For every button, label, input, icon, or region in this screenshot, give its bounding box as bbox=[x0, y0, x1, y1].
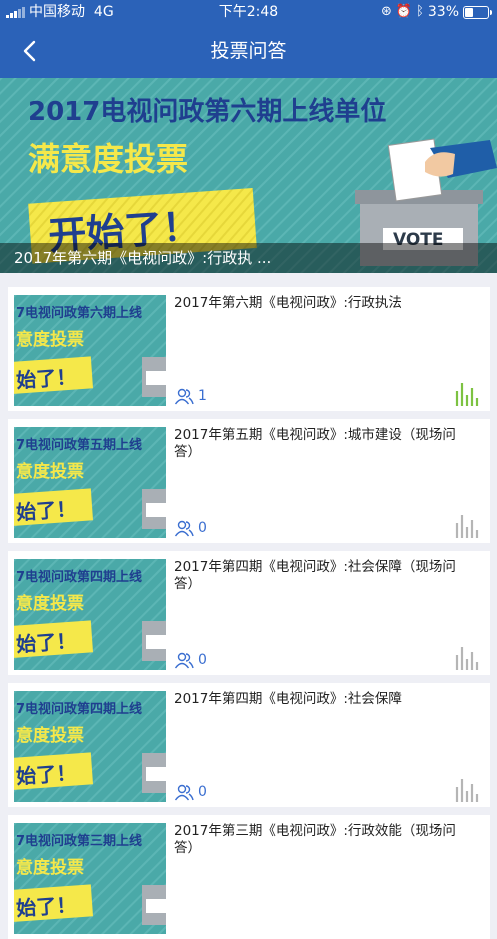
svg-text:始了！: 始了！ bbox=[15, 628, 77, 656]
vote-count: 0 bbox=[174, 518, 207, 538]
svg-text:始了！: 始了！ bbox=[15, 496, 77, 524]
battery-icon bbox=[463, 5, 492, 19]
rotation-lock-icon: ⊛ bbox=[380, 4, 392, 19]
vote-count: 0 bbox=[174, 782, 207, 802]
item-title: 2017年第六期《电视问政》:行政执法 bbox=[174, 295, 402, 311]
svg-text:7电视问政第五期上线: 7电视问政第五期上线 bbox=[16, 437, 142, 453]
svg-text:意度投票: 意度投票 bbox=[16, 461, 84, 482]
bar-chart-icon[interactable] bbox=[454, 511, 482, 539]
vote-count-value: 1 bbox=[198, 388, 207, 404]
list-item[interactable]: 7电视问政第四期上线 意度投票 始了！ 2017年第四期《电视问政》:社会保障 … bbox=[8, 683, 490, 807]
vote-count-value: 0 bbox=[198, 652, 207, 668]
svg-text:始了！: 始了！ bbox=[15, 760, 77, 788]
bar-chart-icon[interactable] bbox=[454, 775, 482, 803]
item-title: 2017年第五期《电视问政》:城市建设（现场问答） bbox=[174, 427, 456, 460]
item-thumbnail: 7电视问政第六期上线 意度投票 始了！ bbox=[14, 295, 166, 406]
item-title: 2017年第四期《电视问政》:社会保障（现场问答） bbox=[174, 559, 456, 592]
alarm-icon: ⏰ bbox=[395, 4, 413, 19]
item-title: 2017年第三期《电视问政》:行政效能（现场问答） bbox=[174, 823, 456, 856]
banner-carousel[interactable]: 2017电视问政第六期上线单位 满意度投票 开始了！ VOTE 2017年第六期… bbox=[0, 78, 497, 273]
svg-text:7电视问政第三期上线: 7电视问政第三期上线 bbox=[16, 833, 142, 849]
users-icon bbox=[174, 388, 194, 405]
item-thumbnail: 7电视问政第四期上线 意度投票 始了！ bbox=[14, 559, 166, 670]
item-thumbnail: 7电视问政第五期上线 意度投票 始了！ bbox=[14, 427, 166, 538]
bar-chart-icon[interactable] bbox=[454, 643, 482, 671]
users-icon bbox=[174, 520, 194, 537]
vote-count-value: 0 bbox=[198, 520, 207, 536]
list-item[interactable]: 7电视问政第四期上线 意度投票 始了！ 2017年第四期《电视问政》:社会保障（… bbox=[8, 551, 490, 675]
users-icon bbox=[174, 784, 194, 801]
banner-caption: 2017年第六期《电视问政》:行政执 ... bbox=[0, 243, 497, 273]
banner-line1: 2017电视问政第六期上线单位 bbox=[28, 96, 386, 127]
svg-text:始了！: 始了！ bbox=[15, 892, 77, 920]
svg-text:意度投票: 意度投票 bbox=[16, 857, 84, 878]
svg-text:7电视问政第四期上线: 7电视问政第四期上线 bbox=[16, 701, 142, 717]
list-item[interactable]: 7电视问政第三期上线 意度投票 始了！ 2017年第三期《电视问政》:行政效能（… bbox=[8, 815, 490, 939]
vote-count: 0 bbox=[174, 650, 207, 670]
svg-text:始了！: 始了！ bbox=[15, 364, 77, 392]
bluetooth-icon: ᛒ bbox=[416, 4, 424, 19]
vote-count-value: 0 bbox=[198, 784, 207, 800]
item-thumbnail: 7电视问政第四期上线 意度投票 始了！ bbox=[14, 691, 166, 802]
list-item[interactable]: 7电视问政第五期上线 意度投票 始了！ 2017年第五期《电视问政》:城市建设（… bbox=[8, 419, 490, 543]
svg-text:意度投票: 意度投票 bbox=[16, 593, 84, 614]
svg-text:7电视问政第四期上线: 7电视问政第四期上线 bbox=[16, 569, 142, 585]
banner-line2: 满意度投票 bbox=[28, 140, 188, 178]
bar-chart-icon[interactable] bbox=[454, 379, 482, 407]
battery-percent: 33% bbox=[427, 4, 459, 20]
svg-text:意度投票: 意度投票 bbox=[16, 725, 84, 746]
page-title: 投票问答 bbox=[210, 40, 287, 62]
status-bar: 中国移动 4G 下午2:48 ⊛ ⏰ ᛒ 33% bbox=[0, 0, 497, 24]
item-title: 2017年第四期《电视问政》:社会保障 bbox=[174, 691, 402, 707]
svg-text:意度投票: 意度投票 bbox=[16, 329, 84, 350]
top-bar: 中国移动 4G 下午2:48 ⊛ ⏰ ᛒ 33% 投票问答 bbox=[0, 0, 497, 78]
nav-bar: 投票问答 bbox=[0, 24, 497, 78]
users-icon bbox=[174, 652, 194, 669]
item-thumbnail: 7电视问政第三期上线 意度投票 始了！ bbox=[14, 823, 166, 934]
status-right: ⊛ ⏰ ᛒ 33% bbox=[380, 0, 492, 24]
svg-text:7电视问政第六期上线: 7电视问政第六期上线 bbox=[16, 305, 142, 321]
list-item[interactable]: 7电视问政第六期上线 意度投票 始了！ 2017年第六期《电视问政》:行政执法 … bbox=[8, 287, 490, 411]
vote-count: 1 bbox=[174, 386, 207, 406]
